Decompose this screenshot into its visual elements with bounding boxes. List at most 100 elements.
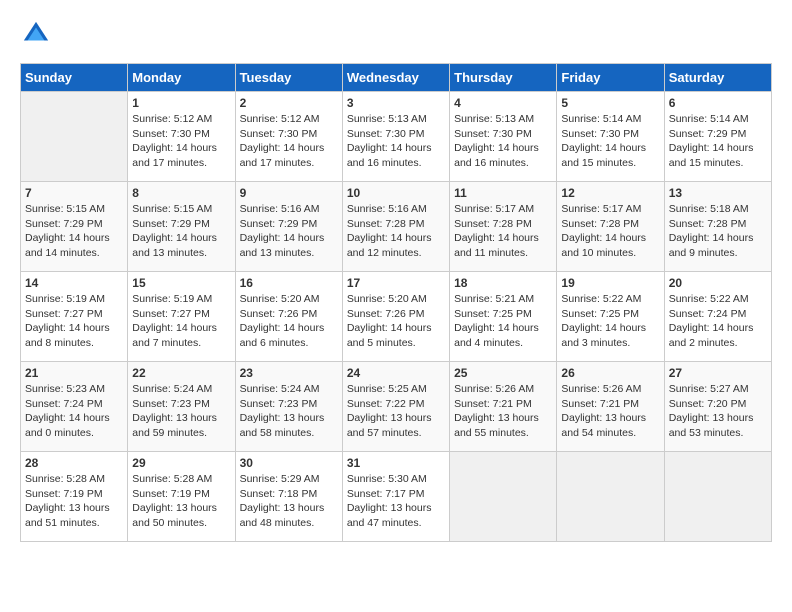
day-cell: 2 Sunrise: 5:12 AM Sunset: 7:30 PM Daylig… <box>235 92 342 182</box>
day-info: Sunrise: 5:18 AM Sunset: 7:28 PM Dayligh… <box>669 202 767 261</box>
day-info: Sunrise: 5:24 AM Sunset: 7:23 PM Dayligh… <box>132 382 230 441</box>
day-info: Sunrise: 5:15 AM Sunset: 7:29 PM Dayligh… <box>132 202 230 261</box>
day-number: 23 <box>240 366 338 380</box>
day-cell: 21 Sunrise: 5:23 AM Sunset: 7:24 PM Dayli… <box>21 362 128 452</box>
week-row-3: 14 Sunrise: 5:19 AM Sunset: 7:27 PM Dayli… <box>21 272 772 362</box>
day-info: Sunrise: 5:14 AM Sunset: 7:30 PM Dayligh… <box>561 112 659 171</box>
day-number: 18 <box>454 276 552 290</box>
day-cell: 16Sunrise: 5:20 AM Sunset: 7:26 PM Dayli… <box>235 272 342 362</box>
day-cell: 29 Sunrise: 5:28 AM Sunset: 7:19 PM Dayli… <box>128 452 235 542</box>
day-number: 22 <box>132 366 230 380</box>
day-cell: 4 Sunrise: 5:13 AM Sunset: 7:30 PM Daylig… <box>450 92 557 182</box>
day-number: 14 <box>25 276 123 290</box>
day-number: 20 <box>669 276 767 290</box>
week-row-4: 21 Sunrise: 5:23 AM Sunset: 7:24 PM Dayli… <box>21 362 772 452</box>
day-cell: 23 Sunrise: 5:24 AM Sunset: 7:23 PM Dayli… <box>235 362 342 452</box>
day-number: 6 <box>669 96 767 110</box>
day-cell: 10 Sunrise: 5:16 AM Sunset: 7:28 PM Dayli… <box>342 182 449 272</box>
day-info: Sunrise: 5:13 AM Sunset: 7:30 PM Dayligh… <box>454 112 552 171</box>
day-number: 9 <box>240 186 338 200</box>
day-info: Sunrise: 5:20 AM Sunset: 7:26 PM Dayligh… <box>347 292 445 351</box>
day-cell: 27 Sunrise: 5:27 AM Sunset: 7:20 PM Dayli… <box>664 362 771 452</box>
day-cell <box>21 92 128 182</box>
day-number: 21 <box>25 366 123 380</box>
logo-icon <box>22 20 50 48</box>
col-header-thursday: Thursday <box>450 64 557 92</box>
header-row: SundayMondayTuesdayWednesdayThursdayFrid… <box>21 64 772 92</box>
day-number: 30 <box>240 456 338 470</box>
day-number: 26 <box>561 366 659 380</box>
day-number: 10 <box>347 186 445 200</box>
day-info: Sunrise: 5:22 AM Sunset: 7:25 PM Dayligh… <box>561 292 659 351</box>
col-header-tuesday: Tuesday <box>235 64 342 92</box>
day-info: Sunrise: 5:29 AM Sunset: 7:18 PM Dayligh… <box>240 472 338 531</box>
day-cell: 17 Sunrise: 5:20 AM Sunset: 7:26 PM Dayli… <box>342 272 449 362</box>
day-info: Sunrise: 5:25 AM Sunset: 7:22 PM Dayligh… <box>347 382 445 441</box>
col-header-sunday: Sunday <box>21 64 128 92</box>
day-cell: 3 Sunrise: 5:13 AM Sunset: 7:30 PM Daylig… <box>342 92 449 182</box>
day-cell: 25Sunrise: 5:26 AM Sunset: 7:21 PM Dayli… <box>450 362 557 452</box>
day-info: Sunrise: 5:26 AM Sunset: 7:21 PM Dayligh… <box>454 382 552 441</box>
day-cell: 26 Sunrise: 5:26 AM Sunset: 7:21 PM Dayli… <box>557 362 664 452</box>
day-info: Sunrise: 5:16 AM Sunset: 7:29 PM Dayligh… <box>240 202 338 261</box>
day-cell: 5 Sunrise: 5:14 AM Sunset: 7:30 PM Daylig… <box>557 92 664 182</box>
day-cell: 28Sunrise: 5:28 AM Sunset: 7:19 PM Dayli… <box>21 452 128 542</box>
day-number: 29 <box>132 456 230 470</box>
day-number: 2 <box>240 96 338 110</box>
day-info: Sunrise: 5:24 AM Sunset: 7:23 PM Dayligh… <box>240 382 338 441</box>
day-number: 27 <box>669 366 767 380</box>
day-number: 8 <box>132 186 230 200</box>
day-number: 7 <box>25 186 123 200</box>
day-cell: 12 Sunrise: 5:17 AM Sunset: 7:28 PM Dayli… <box>557 182 664 272</box>
day-info: Sunrise: 5:22 AM Sunset: 7:24 PM Dayligh… <box>669 292 767 351</box>
day-number: 3 <box>347 96 445 110</box>
day-number: 12 <box>561 186 659 200</box>
day-number: 16 <box>240 276 338 290</box>
day-info: Sunrise: 5:17 AM Sunset: 7:28 PM Dayligh… <box>454 202 552 261</box>
day-cell: 1Sunrise: 5:12 AM Sunset: 7:30 PM Daylig… <box>128 92 235 182</box>
day-cell: 9 Sunrise: 5:16 AM Sunset: 7:29 PM Daylig… <box>235 182 342 272</box>
day-cell: 8 Sunrise: 5:15 AM Sunset: 7:29 PM Daylig… <box>128 182 235 272</box>
day-cell: 24Sunrise: 5:25 AM Sunset: 7:22 PM Dayli… <box>342 362 449 452</box>
day-number: 31 <box>347 456 445 470</box>
day-info: Sunrise: 5:21 AM Sunset: 7:25 PM Dayligh… <box>454 292 552 351</box>
day-cell: 19Sunrise: 5:22 AM Sunset: 7:25 PM Dayli… <box>557 272 664 362</box>
day-number: 17 <box>347 276 445 290</box>
day-info: Sunrise: 5:12 AM Sunset: 7:30 PM Dayligh… <box>240 112 338 171</box>
col-header-friday: Friday <box>557 64 664 92</box>
day-cell: 30 Sunrise: 5:29 AM Sunset: 7:18 PM Dayli… <box>235 452 342 542</box>
day-info: Sunrise: 5:30 AM Sunset: 7:17 PM Dayligh… <box>347 472 445 531</box>
day-cell <box>450 452 557 542</box>
day-info: Sunrise: 5:28 AM Sunset: 7:19 PM Dayligh… <box>132 472 230 531</box>
day-cell: 11Sunrise: 5:17 AM Sunset: 7:28 PM Dayli… <box>450 182 557 272</box>
day-cell: 7 Sunrise: 5:15 AM Sunset: 7:29 PM Daylig… <box>21 182 128 272</box>
day-info: Sunrise: 5:23 AM Sunset: 7:24 PM Dayligh… <box>25 382 123 441</box>
col-header-monday: Monday <box>128 64 235 92</box>
calendar-table: SundayMondayTuesdayWednesdayThursdayFrid… <box>20 63 772 542</box>
day-cell: 22 Sunrise: 5:24 AM Sunset: 7:23 PM Dayli… <box>128 362 235 452</box>
week-row-1: 1 Sunrise: 5:12 AM Sunset: 7:30 PM Daylig… <box>21 92 772 182</box>
day-cell: 13 Sunrise: 5:18 AM Sunset: 7:28 PM Dayli… <box>664 182 771 272</box>
page-header <box>20 20 772 53</box>
day-info: Sunrise: 5:19 AM Sunset: 7:27 PM Dayligh… <box>25 292 123 351</box>
day-info: Sunrise: 5:14 AM Sunset: 7:29 PM Dayligh… <box>669 112 767 171</box>
day-cell: 18 Sunrise: 5:21 AM Sunset: 7:25 PM Dayli… <box>450 272 557 362</box>
day-cell <box>557 452 664 542</box>
day-info: Sunrise: 5:26 AM Sunset: 7:21 PM Dayligh… <box>561 382 659 441</box>
day-cell: 20 Sunrise: 5:22 AM Sunset: 7:24 PM Dayli… <box>664 272 771 362</box>
day-number: 13 <box>669 186 767 200</box>
day-info: Sunrise: 5:15 AM Sunset: 7:29 PM Dayligh… <box>25 202 123 261</box>
day-number: 1 <box>132 96 230 110</box>
day-number: 28 <box>25 456 123 470</box>
day-number: 4 <box>454 96 552 110</box>
day-info: Sunrise: 5:19 AM Sunset: 7:27 PM Dayligh… <box>132 292 230 351</box>
day-cell: 31 Sunrise: 5:30 AM Sunset: 7:17 PM Dayli… <box>342 452 449 542</box>
day-cell: 15Sunrise: 5:19 AM Sunset: 7:27 PM Dayli… <box>128 272 235 362</box>
day-number: 5 <box>561 96 659 110</box>
day-info: Sunrise: 5:13 AM Sunset: 7:30 PM Dayligh… <box>347 112 445 171</box>
day-info: Sunrise: 5:17 AM Sunset: 7:28 PM Dayligh… <box>561 202 659 261</box>
day-info: Sunrise: 5:27 AM Sunset: 7:20 PM Dayligh… <box>669 382 767 441</box>
day-info: Sunrise: 5:16 AM Sunset: 7:28 PM Dayligh… <box>347 202 445 261</box>
day-cell <box>664 452 771 542</box>
col-header-saturday: Saturday <box>664 64 771 92</box>
